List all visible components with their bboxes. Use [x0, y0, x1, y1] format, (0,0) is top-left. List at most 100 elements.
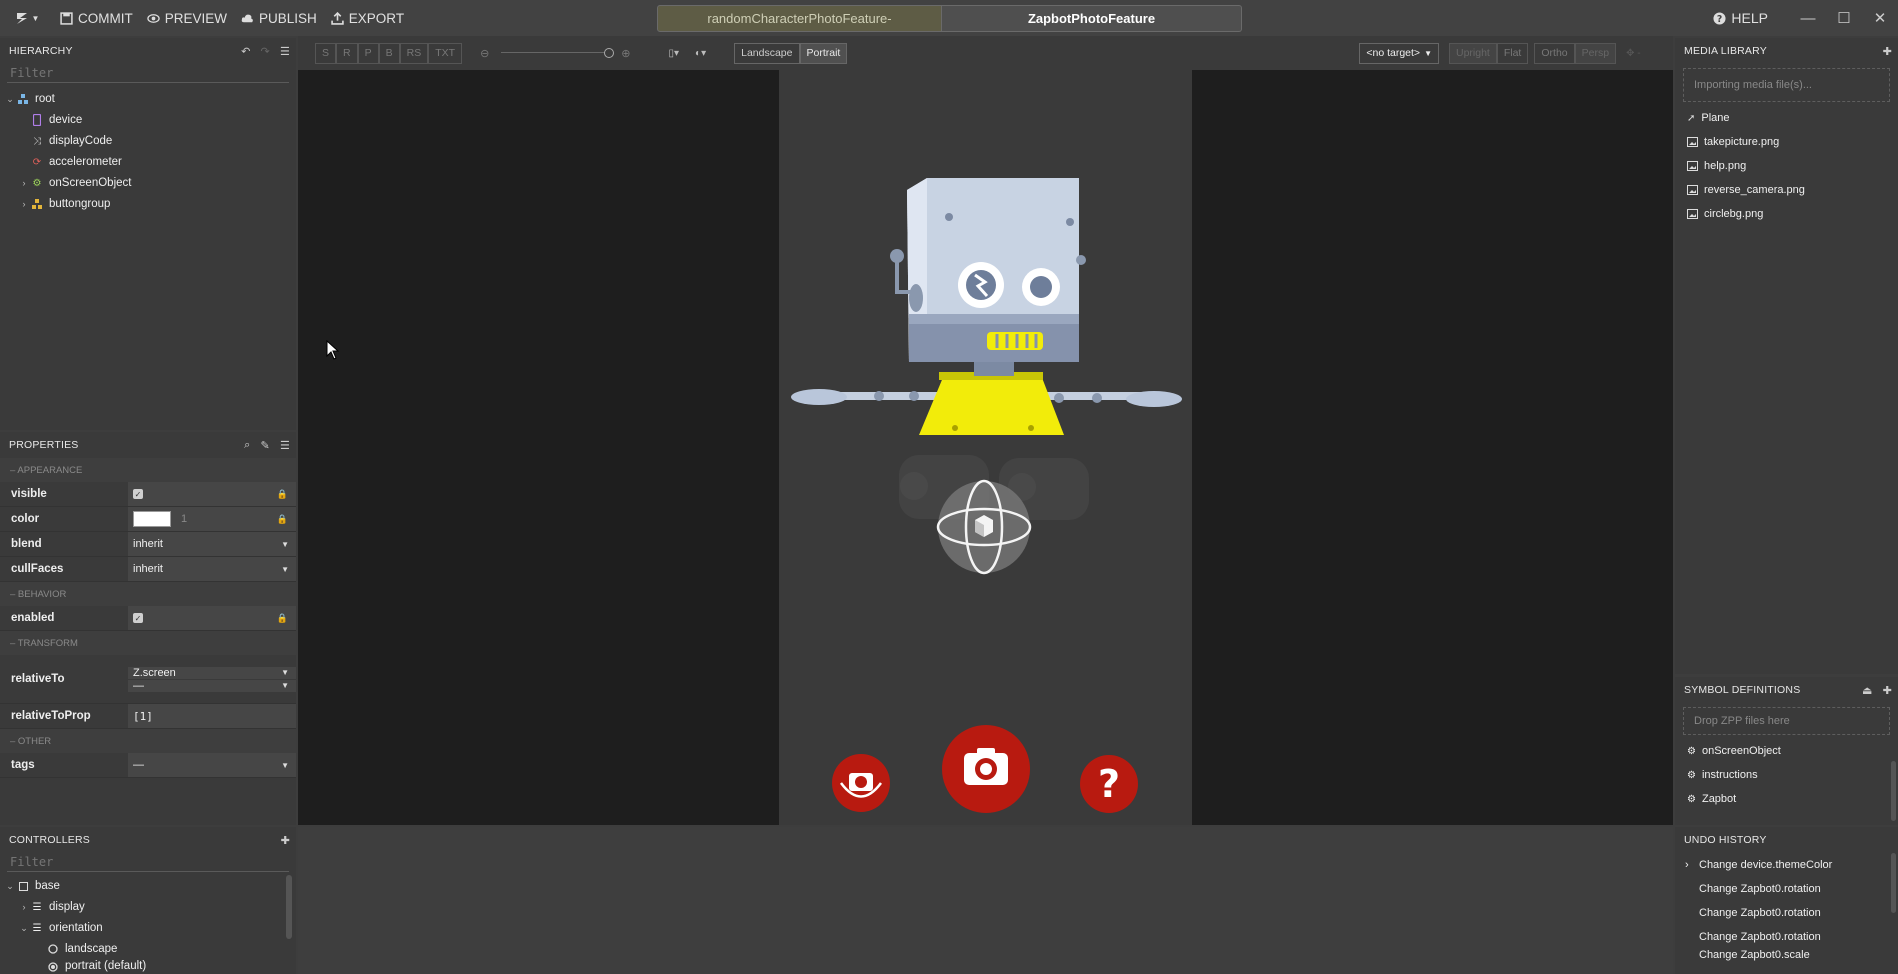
undo-item[interactable]: Change Zapbot0.rotation	[1675, 901, 1898, 925]
chevron-down-icon[interactable]: ⌄	[4, 94, 16, 105]
export-button[interactable]: EXPORT	[331, 0, 404, 36]
mode-txt-button[interactable]: TXT	[428, 42, 463, 64]
section-behavior[interactable]: – BEHAVIOR	[0, 582, 296, 606]
add-icon[interactable]: ✚	[1883, 684, 1892, 697]
section-appearance[interactable]: – APPEARANCE	[0, 458, 296, 482]
controllers-filter-input[interactable]	[7, 853, 289, 872]
add-icon[interactable]: ✚	[281, 834, 290, 847]
upload-icon[interactable]: ⏏	[1862, 684, 1873, 697]
radio-icon[interactable]	[46, 942, 60, 956]
hierarchy-filter-input[interactable]	[7, 64, 289, 83]
phone-stage[interactable]: ?	[779, 70, 1192, 825]
controller-landscape[interactable]: landscape	[0, 939, 296, 960]
chevron-right-icon[interactable]: ›	[18, 902, 30, 912]
minimize-icon[interactable]: —	[1790, 0, 1826, 36]
tab-zapbot[interactable]: ZapbotPhotoFeature	[942, 5, 1242, 32]
visible-checkbox-field[interactable]: ✓ 🔒	[128, 482, 296, 506]
controller-portrait[interactable]: portrait (default)	[0, 960, 296, 972]
section-other[interactable]: – OTHER	[0, 729, 296, 753]
media-item-takepicture[interactable]: takepicture.png	[1675, 130, 1898, 154]
mode-p-button[interactable]: P	[357, 42, 379, 64]
color-swatch[interactable]	[133, 511, 171, 527]
color-field[interactable]: 1 🔒	[128, 507, 296, 531]
media-item-plane[interactable]: ➚ Plane	[1675, 106, 1898, 130]
landscape-button[interactable]: Landscape	[734, 42, 800, 64]
blend-select[interactable]: inherit ▼	[128, 532, 296, 556]
controller-orientation[interactable]: ⌄ ☰ orientation	[0, 918, 296, 939]
zoom-slider[interactable]	[501, 48, 615, 58]
lock-icon[interactable]: 🔒	[277, 489, 288, 500]
relativeto-select-2[interactable]: — ▼	[128, 679, 296, 692]
cullfaces-select[interactable]: inherit ▼	[128, 557, 296, 581]
media-item-help[interactable]: help.png	[1675, 154, 1898, 178]
undo-item[interactable]: Change Zapbot0.scale	[1675, 949, 1898, 963]
mode-s-button[interactable]: S	[315, 42, 337, 64]
add-icon[interactable]: ✚	[1883, 45, 1892, 58]
chevron-down-icon[interactable]: ⌄	[18, 923, 30, 934]
preview-button[interactable]: PREVIEW	[147, 0, 227, 36]
enabled-checkbox-field[interactable]: ✓ 🔒	[128, 606, 296, 630]
relativeto-select-1[interactable]: Z.screen ▼	[128, 666, 296, 679]
tree-item-displaycode[interactable]: ⤨ displayCode	[0, 131, 296, 152]
upright-button[interactable]: Upright	[1448, 42, 1497, 64]
portrait-button[interactable]: Portrait	[799, 42, 848, 64]
scrollbar[interactable]	[1891, 761, 1896, 821]
tags-select[interactable]: — ▼	[128, 753, 296, 777]
radio-checked-icon[interactable]	[46, 960, 60, 972]
tree-item-device[interactable]: device	[0, 110, 296, 131]
symbol-item-instructions[interactable]: ⚙ instructions	[1675, 763, 1898, 787]
color-alpha-value[interactable]: 1	[181, 513, 187, 525]
menu-icon[interactable]: ☰	[280, 45, 290, 58]
pencil-icon[interactable]: ✎	[261, 439, 270, 452]
publish-button[interactable]: PUBLISH	[241, 0, 317, 36]
chevron-right-icon[interactable]: ›	[18, 178, 30, 188]
undo-item[interactable]: › Change device.themeColor	[1675, 853, 1898, 877]
redo-icon[interactable]: ↷	[261, 45, 270, 58]
maximize-icon[interactable]: ☐	[1826, 0, 1862, 36]
help-button[interactable]: ? HELP	[1713, 10, 1768, 26]
tree-item-accelerometer[interactable]: ⟳ accelerometer	[0, 152, 296, 173]
zoom-in-icon[interactable]: ⊕	[621, 47, 630, 60]
scrollbar[interactable]	[286, 875, 292, 939]
chevron-down-icon[interactable]: ⌄	[4, 881, 16, 892]
chevron-right-icon[interactable]: ›	[18, 199, 30, 209]
section-transform[interactable]: – TRANSFORM	[0, 631, 296, 655]
controller-display[interactable]: › ☰ display	[0, 897, 296, 918]
target-select[interactable]: <no target> ▼	[1359, 42, 1439, 64]
zoom-out-icon[interactable]: ⊖	[480, 47, 489, 60]
flat-button[interactable]: Flat	[1496, 42, 1529, 64]
symbols-dropzone[interactable]: Drop ZPP files here	[1683, 707, 1890, 735]
search-icon[interactable]: ⌕	[244, 439, 250, 452]
scene-viewport[interactable]: ?	[298, 70, 1673, 825]
menu-icon[interactable]: ☰	[280, 439, 290, 452]
tree-item-root[interactable]: ⌄ root	[0, 89, 296, 110]
tab-random-character[interactable]: randomCharacterPhotoFeature-	[657, 5, 942, 32]
undo-icon[interactable]: ↶	[241, 45, 250, 58]
media-item-reverse-camera[interactable]: reverse_camera.png	[1675, 178, 1898, 202]
mode-b-button[interactable]: B	[378, 42, 400, 64]
undo-item[interactable]: Change Zapbot0.rotation	[1675, 877, 1898, 901]
checkbox-checked-icon[interactable]: ✓	[133, 613, 143, 623]
app-logo-menu[interactable]: ▼	[8, 0, 46, 36]
slider-handle[interactable]	[604, 48, 615, 58]
scrollbar[interactable]	[1891, 853, 1896, 913]
device-select-icon[interactable]: ▯▾	[669, 48, 680, 59]
tree-item-buttongroup[interactable]: › buttongroup	[0, 194, 296, 215]
mode-rs-button[interactable]: RS	[399, 42, 429, 64]
tree-item-onscreenobject[interactable]: › ⚙ onScreenObject	[0, 173, 296, 194]
media-item-circlebg[interactable]: circlebg.png	[1675, 202, 1898, 226]
move-icon[interactable]: ✥ -	[1626, 48, 1641, 59]
close-icon[interactable]: ✕	[1862, 0, 1898, 36]
globe-select-icon[interactable]: ◐▾	[695, 48, 706, 59]
timeline-pane[interactable]	[298, 827, 1673, 974]
symbol-item-onscreenobject[interactable]: ⚙ onScreenObject	[1675, 739, 1898, 763]
persp-button[interactable]: Persp	[1574, 42, 1617, 64]
mode-r-button[interactable]: R	[336, 42, 358, 64]
controller-base[interactable]: ⌄ base	[0, 876, 296, 897]
symbol-item-zapbot[interactable]: ⚙ Zapbot	[1675, 787, 1898, 811]
media-dropzone[interactable]: Importing media file(s)...	[1683, 68, 1890, 102]
lock-icon[interactable]: 🔒	[277, 514, 288, 525]
relativetoprop-field[interactable]: [1]	[128, 704, 296, 728]
commit-button[interactable]: COMMIT	[60, 0, 133, 36]
checkbox-checked-icon[interactable]: ✓	[133, 489, 143, 499]
